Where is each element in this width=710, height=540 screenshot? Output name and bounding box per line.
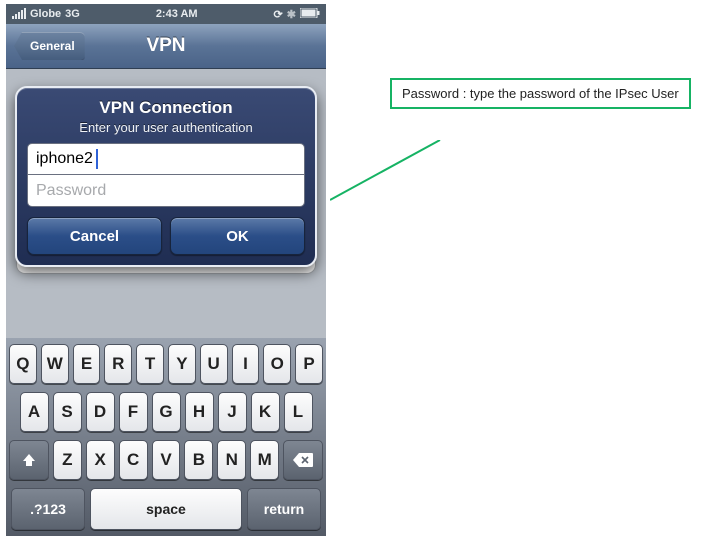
back-button-label: General — [30, 39, 75, 53]
password-field[interactable] — [27, 175, 305, 207]
space-key[interactable]: space — [90, 488, 242, 530]
key-row-bottom: .?123 space return — [9, 488, 323, 530]
status-bar: Globe 3G 2:43 AM ⟳ ✱ — [6, 4, 326, 24]
annotation-text: Password : type the password of the IPse… — [402, 86, 679, 101]
key-z[interactable]: Z — [53, 440, 82, 480]
key-row-3: ZXCVBNM — [9, 440, 323, 480]
annotation-connector — [330, 140, 450, 260]
key-d[interactable]: D — [86, 392, 115, 432]
key-t[interactable]: T — [136, 344, 164, 384]
keyboard: QWERTYUIOP ASDFGHJKL ZXCVBNM .?123 space… — [6, 338, 326, 536]
alert-title: VPN Connection — [27, 98, 305, 118]
key-m[interactable]: M — [250, 440, 279, 480]
annotation-callout: Password : type the password of the IPse… — [390, 78, 691, 109]
key-w[interactable]: W — [41, 344, 69, 384]
battery-icon — [300, 8, 320, 21]
network-label: 3G — [65, 8, 80, 20]
key-b[interactable]: B — [184, 440, 213, 480]
rotation-lock-icon: ⟳ — [274, 8, 283, 21]
key-r[interactable]: R — [104, 344, 132, 384]
bluetooth-icon: ✱ — [287, 8, 296, 21]
key-u[interactable]: U — [200, 344, 228, 384]
key-v[interactable]: V — [152, 440, 181, 480]
key-p[interactable]: P — [295, 344, 323, 384]
key-l[interactable]: L — [284, 392, 313, 432]
key-h[interactable]: H — [185, 392, 214, 432]
key-s[interactable]: S — [53, 392, 82, 432]
shift-key[interactable] — [9, 440, 49, 480]
key-o[interactable]: O — [263, 344, 291, 384]
text-caret — [96, 149, 98, 169]
alert-message: Enter your user authentication — [27, 120, 305, 135]
key-n[interactable]: N — [217, 440, 246, 480]
key-row-2: ASDFGHJKL — [9, 392, 323, 432]
ok-button-label: OK — [226, 228, 249, 245]
key-q[interactable]: Q — [9, 344, 37, 384]
signal-icon — [12, 9, 26, 19]
key-i[interactable]: I — [232, 344, 260, 384]
cancel-button-label: Cancel — [70, 228, 119, 245]
carrier-label: Globe — [30, 8, 61, 20]
vpn-auth-alert: VPN Connection Enter your user authentic… — [15, 86, 317, 267]
username-field[interactable] — [27, 143, 305, 175]
mode-key[interactable]: .?123 — [11, 488, 85, 530]
backspace-key[interactable] — [283, 440, 323, 480]
key-x[interactable]: X — [86, 440, 115, 480]
return-key[interactable]: return — [247, 488, 321, 530]
cancel-button[interactable]: Cancel — [27, 217, 162, 255]
key-y[interactable]: Y — [168, 344, 196, 384]
key-j[interactable]: J — [218, 392, 247, 432]
key-row-1: QWERTYUIOP — [9, 344, 323, 384]
clock-label: 2:43 AM — [156, 8, 198, 20]
nav-bar: General VPN — [6, 24, 326, 69]
back-button[interactable]: General — [14, 32, 85, 60]
ok-button[interactable]: OK — [170, 217, 305, 255]
key-g[interactable]: G — [152, 392, 181, 432]
phone-frame: Globe 3G 2:43 AM ⟳ ✱ General VPN VPN Sta… — [6, 4, 326, 536]
key-e[interactable]: E — [73, 344, 101, 384]
key-k[interactable]: K — [251, 392, 280, 432]
key-f[interactable]: F — [119, 392, 148, 432]
key-c[interactable]: C — [119, 440, 148, 480]
key-a[interactable]: A — [20, 392, 49, 432]
